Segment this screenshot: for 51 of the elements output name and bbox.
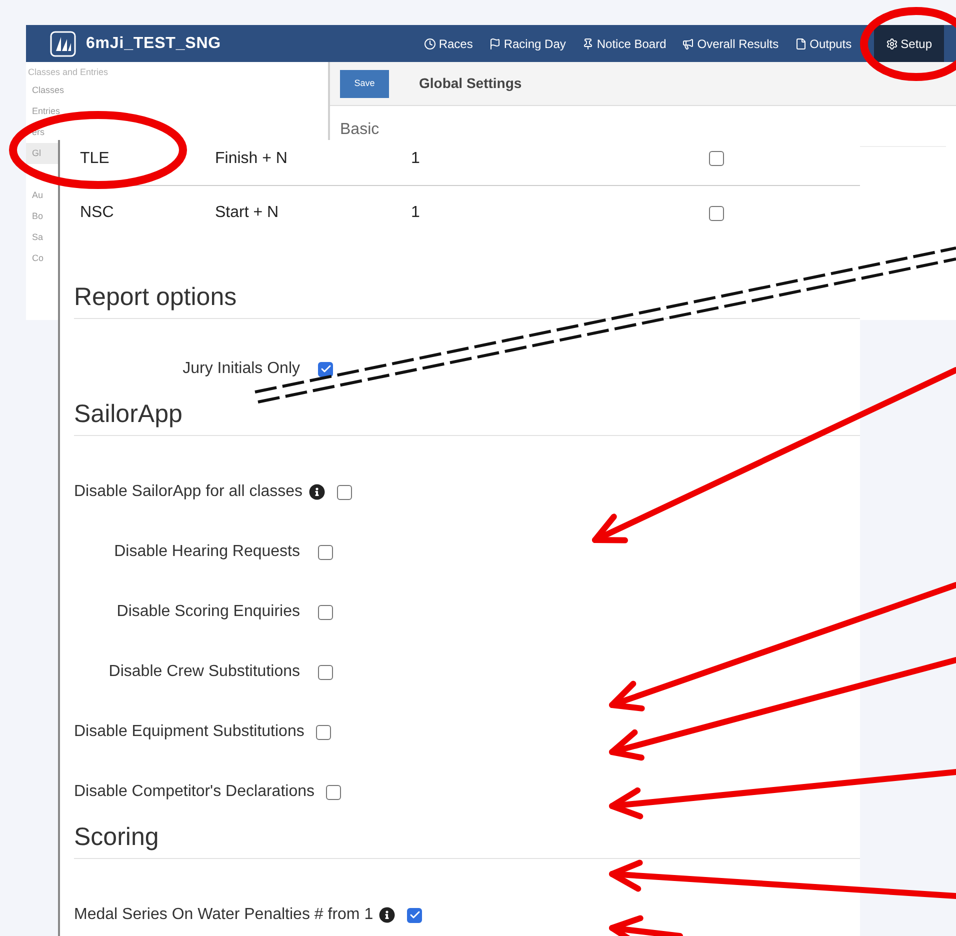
sidebar-item[interactable]: Gl — [26, 143, 58, 164]
option-label: Disable Hearing Requests — [113, 542, 300, 562]
settings-icon — [886, 38, 898, 50]
logo-icon — [50, 30, 76, 56]
app-title: 6mJi_TEST_SNG — [86, 34, 222, 54]
checkbox[interactable] — [318, 664, 333, 680]
checkbox[interactable] — [709, 151, 724, 166]
table-cell-text: 1 — [411, 203, 421, 223]
option-label: Disable Crew Substitutions — [108, 662, 300, 682]
sidebar-item[interactable]: Au — [26, 185, 58, 206]
checkbox[interactable] — [336, 484, 352, 500]
nav-tab[interactable]: Races — [416, 25, 481, 62]
table-cell-text: 1 — [411, 148, 421, 168]
table-cell-text: NSC — [79, 203, 115, 223]
nav-tab[interactable]: Racing Day — [480, 25, 574, 62]
option-label: Disable Equipment Substitutions — [74, 722, 304, 742]
table-cell-text: Finish + N — [215, 148, 288, 168]
flag-icon — [488, 38, 501, 50]
page-title: Global Settings — [419, 74, 522, 93]
section-heading: Report options — [74, 282, 860, 319]
megaphone-icon — [682, 38, 694, 50]
sidebar-item[interactable]: Classes — [26, 80, 70, 101]
option-label: Jury Initials Only — [182, 359, 300, 379]
sidebar-item[interactable]: Sa — [26, 227, 58, 248]
nav-tab[interactable]: Overall Results — [674, 25, 787, 62]
section-heading: SailorApp — [74, 399, 860, 436]
section-heading: Scoring — [74, 822, 860, 859]
checkbox[interactable] — [709, 206, 724, 220]
clock-icon — [424, 38, 436, 50]
option-label: Disable Scoring Enquiries — [116, 602, 300, 622]
sidebar-item[interactable]: Bo — [26, 206, 58, 227]
sidebar-item[interactable]: Entries — [26, 101, 66, 122]
checkbox[interactable] — [407, 908, 422, 922]
option-label: Disable Competitor's Declarations — [74, 782, 314, 802]
save-button[interactable]: Save — [340, 70, 389, 98]
checkbox[interactable] — [318, 544, 333, 560]
checkbox[interactable] — [318, 604, 333, 620]
nav-tab[interactable]: Outputs — [786, 25, 860, 62]
checkbox[interactable] — [316, 724, 332, 740]
table-cell-text: TLE — [79, 148, 110, 168]
sidebar-item[interactable]: Co — [26, 248, 58, 269]
nav-tab[interactable]: Setup — [874, 25, 944, 62]
option-label: Disable SailorApp for all classes — [74, 482, 303, 502]
sidebar-heading: Classes and Entries — [27, 66, 110, 79]
checkbox[interactable] — [318, 362, 333, 376]
option-label: Medal Series On Water Penalties # from 1 — [74, 905, 374, 925]
checkbox[interactable] — [326, 784, 342, 800]
table-cell-text: Start + N — [215, 203, 280, 223]
nav-tab[interactable]: Notice Board — [574, 25, 674, 62]
file-icon — [794, 38, 807, 50]
pin-icon — [582, 38, 594, 50]
